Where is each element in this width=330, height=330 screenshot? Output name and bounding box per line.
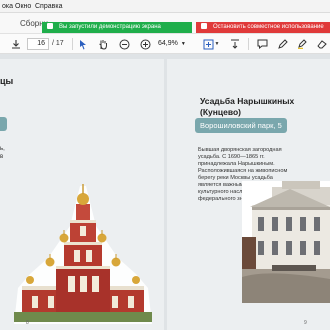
eraser-icon[interactable]: [316, 37, 328, 51]
menu-bar: ока Окно Справка: [0, 0, 330, 13]
zoom-level-select[interactable]: 64,9% ▼: [158, 38, 188, 50]
zoom-out-icon[interactable]: [118, 37, 131, 51]
stop-sharing-label: Остановить совместное использование: [213, 24, 324, 30]
left-page-text: ь, в: [0, 145, 5, 161]
left-page-number: 8: [26, 320, 29, 326]
chevron-down-icon: ▼: [180, 41, 186, 47]
zoom-level-value: 64,9%: [158, 40, 178, 47]
left-page-address-pill: [0, 117, 7, 131]
church-image: [14, 184, 152, 324]
menu-item-window[interactable]: Окно: [15, 3, 31, 10]
screen-share-banner: Вы запустили демонстрацию экрана: [42, 22, 192, 33]
comment-icon[interactable]: [256, 37, 269, 51]
manor-image: [242, 181, 330, 303]
page-number-input[interactable]: 16: [27, 38, 49, 50]
screen-share-text: Вы запустили демонстрацию экрана: [59, 24, 161, 30]
fit-page-icon[interactable]: [201, 37, 215, 51]
right-page-number: 9: [304, 320, 307, 326]
left-page-heading: цы: [0, 76, 14, 86]
toolbar: 16 / 17 64,9% ▼ ▼: [0, 34, 330, 54]
left-text-line: в: [0, 154, 4, 160]
right-page-heading: Усадьба Нарышкиных (Кунцево): [200, 96, 295, 117]
download-icon[interactable]: [10, 37, 22, 51]
toolbar-divider: [72, 38, 73, 50]
zoom-in-icon[interactable]: [139, 37, 152, 51]
page-total: / 17: [52, 40, 64, 47]
cursor-icon[interactable]: [77, 37, 89, 51]
left-text-line: ь,: [0, 146, 5, 152]
stop-icon: [201, 23, 207, 29]
fit-chevron-icon[interactable]: ▼: [214, 37, 220, 51]
insert-icon[interactable]: [229, 37, 241, 51]
toolbar-divider: [248, 38, 249, 50]
stop-sharing-button[interactable]: Остановить совместное использование: [196, 22, 330, 33]
highlight-icon[interactable]: [296, 37, 308, 51]
document-view[interactable]: цы ь, в 8 Усадьба Нарышкиных (Кунцево) В…: [0, 54, 330, 330]
address-pill: Ворошиловский парк, 5: [195, 118, 287, 133]
pen-icon[interactable]: [277, 37, 289, 51]
hand-icon[interactable]: [97, 37, 109, 51]
share-indicator-icon: [47, 23, 53, 29]
menu-item-help[interactable]: Справка: [35, 3, 62, 10]
menu-item-tools[interactable]: ока: [2, 3, 13, 10]
page-left: цы ь, в 8: [0, 59, 164, 330]
page-right: Усадьба Нарышкиных (Кунцево) Ворошиловск…: [167, 59, 330, 330]
